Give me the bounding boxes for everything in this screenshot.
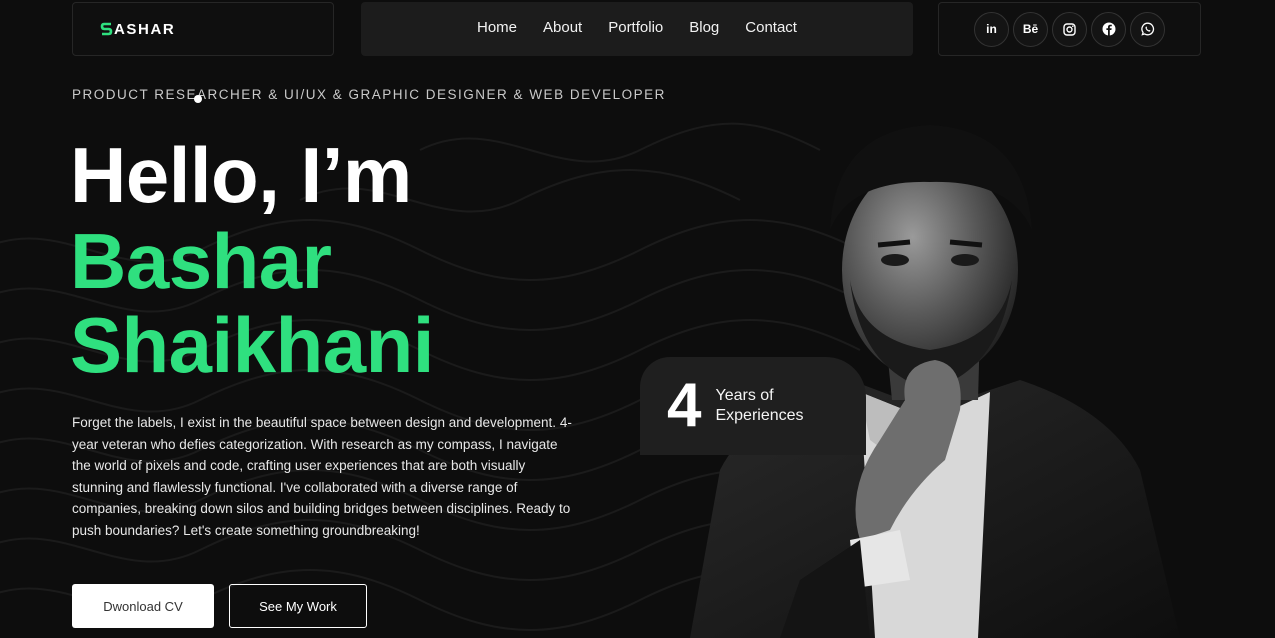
last-name: Shaikhani — [70, 301, 434, 389]
nav-blog[interactable]: Blog — [689, 19, 719, 36]
tagline: PRODUCT RESEARCHER & UI/UX & GRAPHIC DES… — [72, 87, 666, 102]
greeting: Hello, I’m — [70, 131, 412, 219]
logo-mark-icon — [100, 22, 113, 36]
instagram-icon[interactable] — [1052, 11, 1087, 47]
experience-card: 4 Years of Experiences — [640, 357, 866, 455]
logo[interactable]: ASHAR — [72, 2, 334, 56]
logo-text: ASHAR — [114, 20, 176, 38]
facebook-icon[interactable] — [1091, 11, 1126, 47]
experience-number: 4 — [667, 371, 702, 440]
nav-about[interactable]: About — [543, 19, 582, 36]
nav-home[interactable]: Home — [477, 19, 517, 36]
nav-contact[interactable]: Contact — [745, 19, 797, 36]
portfolio-page: ASHAR Home About Portfolio Blog Contact … — [0, 0, 1275, 638]
experience-label: Years of Experiences — [715, 387, 804, 424]
linkedin-icon[interactable]: in — [974, 11, 1009, 47]
main-nav: Home About Portfolio Blog Contact — [361, 2, 913, 56]
bio-paragraph: Forget the labels, I exist in the beauti… — [72, 415, 572, 538]
instagram-glyph — [1063, 22, 1076, 36]
nav-portfolio[interactable]: Portfolio — [608, 19, 663, 36]
download-cv-button[interactable]: Dwonload CV — [72, 584, 214, 628]
see-my-work-button[interactable]: See My Work — [229, 584, 367, 628]
social-links: in Bē — [938, 2, 1201, 56]
whatsapp-glyph — [1140, 22, 1154, 36]
first-name: Bashar — [70, 217, 332, 305]
mouse-cursor-dot — [194, 95, 202, 103]
whatsapp-icon[interactable] — [1130, 11, 1165, 47]
facebook-glyph — [1102, 22, 1115, 36]
behance-icon[interactable]: Bē — [1013, 11, 1048, 47]
